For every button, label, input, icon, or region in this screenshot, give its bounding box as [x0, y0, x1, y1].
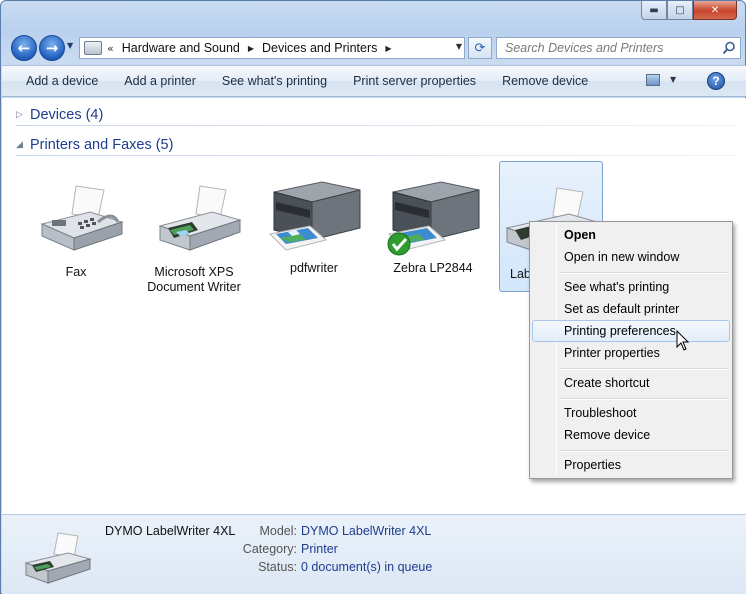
add-device-button[interactable]: Add a device — [2, 68, 111, 94]
collapse-triangle-icon[interactable]: ◢ — [16, 140, 30, 150]
details-status-value: 0 document(s) in queue — [301, 560, 433, 574]
device-label: Fax — [65, 265, 87, 279]
laser-printer-icon — [268, 181, 361, 251]
menu-item-see-whats-printing[interactable]: See what's printing — [532, 276, 730, 298]
details-model-value: DYMO LabelWriter 4XL — [301, 524, 432, 538]
device-label: Microsoft XPS Document Writer — [147, 265, 241, 294]
device-label: pdfwriter — [290, 261, 338, 275]
menu-item-set-as-default-printer[interactable]: Set as default printer — [532, 298, 730, 320]
details-model-label: Model: — [259, 524, 297, 538]
menu-separator — [560, 368, 728, 370]
menu-separator — [560, 398, 728, 400]
menu-item-printer-properties[interactable]: Printer properties — [532, 342, 730, 364]
view-dropdown-icon[interactable]: ▼ — [670, 75, 676, 84]
add-printer-button[interactable]: Add a printer — [111, 68, 209, 94]
see-whats-printing-button[interactable]: See what's printing — [209, 68, 340, 94]
recent-pages-dropdown-icon[interactable]: ▼ — [67, 41, 73, 50]
menu-item-remove-device[interactable]: Remove device — [532, 424, 730, 446]
fax-icon — [40, 185, 124, 251]
device-item-zebra-lp2844[interactable]: Zebra LP2844 — [381, 178, 485, 276]
printer-icon — [24, 532, 92, 584]
menu-separator — [560, 272, 728, 274]
change-view-icon[interactable] — [646, 74, 660, 86]
menu-item-properties[interactable]: Properties — [532, 454, 730, 476]
address-bar[interactable]: « Hardware and Sound ▶ Devices and Print… — [79, 37, 465, 59]
print-server-properties-button[interactable]: Print server properties — [340, 68, 489, 94]
search-input[interactable] — [505, 41, 715, 55]
breadcrumb-separator-icon[interactable]: ▶ — [385, 44, 391, 53]
forward-button[interactable]: → — [39, 35, 65, 61]
device-label: Zebra LP2844 — [393, 261, 473, 275]
address-dropdown-icon[interactable]: ▼ — [456, 42, 462, 51]
device-item-fax[interactable]: Fax — [24, 182, 128, 280]
device-item-microsoft-xps-document-writer[interactable]: Microsoft XPS Document Writer — [142, 182, 246, 295]
laser-printer-icon — [387, 181, 480, 256]
breadcrumb-devices-and-printers[interactable]: Devices and Printers — [262, 41, 377, 55]
menu-separator — [560, 450, 728, 452]
breadcrumb-hardware-and-sound[interactable]: Hardware and Sound — [122, 41, 240, 55]
group-printers-label: Printers and Faxes (5) — [30, 137, 174, 153]
group-printers-and-faxes[interactable]: ◢ Printers and Faxes (5) — [16, 137, 173, 153]
command-bar: Add a device Add a printer See what's pr… — [2, 65, 746, 97]
caption-buttons: ▬ □ ✕ — [641, 1, 737, 20]
group-divider — [16, 125, 736, 126]
search-box[interactable] — [496, 37, 741, 59]
control-panel-icon — [84, 41, 102, 55]
expand-triangle-icon[interactable]: ▷ — [16, 110, 30, 120]
printer-icon — [158, 185, 242, 251]
help-icon[interactable]: ? — [707, 72, 725, 90]
close-button[interactable]: ✕ — [693, 1, 737, 20]
details-pane: DYMO LabelWriter 4XL Model: DYMO LabelWr… — [2, 514, 746, 594]
remove-device-button[interactable]: Remove device — [489, 68, 601, 94]
group-devices[interactable]: ▷ Devices (4) — [16, 107, 103, 123]
device-item-pdfwriter[interactable]: pdfwriter — [262, 178, 366, 276]
details-category-value: Printer — [301, 542, 338, 556]
details-status-label: Status: — [258, 560, 297, 574]
breadcrumb-separator-icon[interactable]: ▶ — [248, 44, 254, 53]
group-devices-label: Devices (4) — [30, 107, 104, 123]
window-frame: ▬ □ ✕ ← → ▼ « Hardware and Sound ▶ Devic… — [0, 0, 746, 594]
minimize-button[interactable]: ▬ — [641, 1, 667, 20]
menu-item-troubleshoot[interactable]: Troubleshoot — [532, 402, 730, 424]
chevron-left-icon[interactable]: « — [107, 42, 114, 55]
navigation-bar: ← → ▼ « Hardware and Sound ▶ Devices and… — [9, 33, 741, 61]
back-button[interactable]: ← — [11, 35, 37, 61]
group-divider — [16, 155, 736, 156]
maximize-button[interactable]: □ — [667, 1, 693, 20]
menu-item-open[interactable]: Open — [532, 224, 730, 246]
search-icon[interactable] — [722, 41, 736, 55]
menu-item-create-shortcut[interactable]: Create shortcut — [532, 372, 730, 394]
context-menu: Open Open in new window See what's print… — [529, 221, 733, 479]
menu-item-open-in-new-window[interactable]: Open in new window — [532, 246, 730, 268]
details-category-label: Category: — [242, 542, 297, 556]
menu-item-printing-preferences[interactable]: Printing preferences — [532, 320, 730, 342]
refresh-button[interactable]: ⟳ — [468, 37, 492, 59]
mouse-cursor-icon — [676, 330, 690, 351]
